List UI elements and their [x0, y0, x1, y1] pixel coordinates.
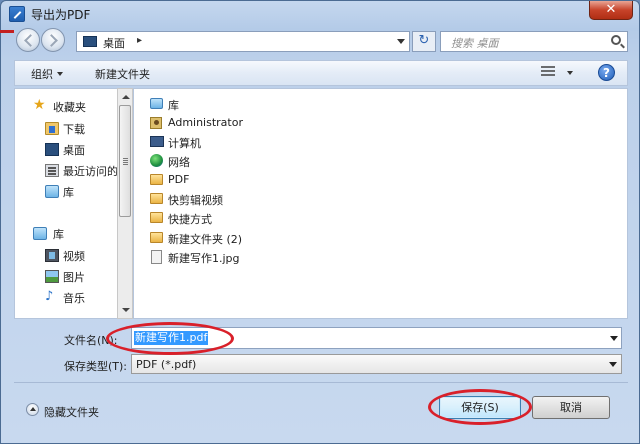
user-icon — [150, 117, 162, 129]
address-bar[interactable]: 桌面 ▸ — [76, 31, 410, 52]
pdf-export-icon — [9, 6, 25, 22]
filename-dropdown-icon[interactable] — [610, 336, 618, 341]
address-dropdown-icon[interactable] — [397, 39, 405, 44]
filename-value[interactable]: 新建写作1.pdf — [134, 331, 209, 345]
filetype-select[interactable]: PDF (*.pdf) — [131, 354, 622, 374]
navigation-pane: ★ 收藏夹 下载 桌面 最近访问的 库 库 视频 图片 ♪ 音乐 — [14, 88, 131, 319]
folder-icon — [150, 193, 163, 204]
forward-button[interactable] — [41, 28, 65, 52]
grip-icon — [123, 158, 128, 159]
filetype-label: 保存类型(T): — [64, 360, 128, 373]
filename-label: 文件名(N): — [64, 334, 118, 347]
title-bar: 导出为PDF ✕ — [1, 1, 639, 27]
library-icon — [33, 227, 47, 240]
view-options-icon[interactable] — [541, 66, 555, 78]
nav-item-label: 库 — [63, 186, 74, 199]
desktop-icon — [83, 36, 97, 47]
file-name: 新建写作1.jpg — [168, 252, 240, 265]
nav-item-desktop[interactable]: 桌面 — [15, 140, 130, 158]
file-name: 库 — [168, 99, 179, 112]
file-name: PDF — [168, 173, 190, 186]
video-icon — [45, 249, 59, 262]
window-title: 导出为PDF — [31, 8, 91, 22]
folder-icon — [150, 232, 163, 243]
organize-button[interactable]: 组织 — [31, 66, 63, 82]
nav-scrollbar[interactable] — [117, 88, 133, 319]
nav-item-label: 视频 — [63, 250, 85, 263]
address-location[interactable]: 桌面 — [103, 35, 125, 51]
view-dropdown-icon[interactable] — [567, 71, 573, 75]
search-input[interactable]: 搜索 桌面 — [440, 31, 628, 52]
background-mark — [0, 30, 14, 33]
music-icon: ♪ — [45, 289, 54, 304]
file-name: 计算机 — [168, 137, 201, 150]
downloads-icon — [45, 122, 59, 135]
file-name: 网络 — [168, 156, 190, 169]
nav-libraries[interactable]: 库 — [15, 224, 130, 242]
image-file-icon — [151, 250, 162, 264]
recent-places-icon — [45, 164, 59, 177]
filetype-value: PDF (*.pdf) — [136, 358, 197, 371]
cancel-button[interactable]: 取消 — [532, 396, 610, 419]
organize-label: 组织 — [31, 68, 53, 81]
close-button[interactable]: ✕ — [589, 1, 633, 20]
picture-icon — [45, 270, 59, 283]
star-icon: ★ — [33, 97, 46, 113]
filename-field[interactable]: 新建写作1.pdf — [131, 327, 622, 349]
refresh-button[interactable]: ↻ — [412, 31, 436, 52]
nav-item-label: 音乐 — [63, 292, 85, 305]
new-folder-button[interactable]: 新建文件夹 — [95, 66, 150, 82]
folder-icon — [150, 174, 163, 185]
search-icon[interactable] — [611, 35, 621, 45]
computer-icon — [150, 136, 164, 147]
hide-folders-label: 隐藏文件夹 — [44, 406, 99, 419]
nav-item-label: 下载 — [63, 123, 85, 136]
file-name: 新建文件夹 (2) — [168, 233, 243, 246]
scroll-down-icon[interactable] — [122, 308, 130, 312]
file-name: 快捷方式 — [168, 213, 212, 226]
library-icon — [45, 185, 59, 198]
desktop-icon — [45, 143, 59, 156]
scroll-thumb[interactable] — [119, 105, 131, 217]
nav-item-recent[interactable]: 最近访问的 — [15, 161, 130, 179]
search-placeholder: 搜索 桌面 — [451, 37, 499, 50]
file-name: Administrator — [168, 116, 243, 129]
toolbar: 组织 新建文件夹 ? — [14, 60, 628, 86]
filetype-dropdown-icon[interactable] — [609, 362, 617, 367]
nav-item-label: 图片 — [63, 271, 85, 284]
nav-libraries-label: 库 — [53, 228, 64, 241]
chevron-down-icon — [57, 72, 63, 76]
divider — [14, 382, 628, 383]
chevron-right-icon[interactable]: ▸ — [137, 35, 142, 46]
folder-icon — [150, 212, 163, 223]
nav-item-label: 最近访问的 — [63, 165, 118, 178]
nav-item-label: 桌面 — [63, 144, 85, 157]
file-name: 快剪辑视频 — [168, 194, 223, 207]
file-list: 库 Administrator 计算机 网络 PDF 快剪辑视频 快捷方式 新建… — [133, 88, 628, 319]
chevron-up-icon — [26, 403, 39, 416]
nav-item-library[interactable]: 库 — [15, 182, 130, 200]
help-button[interactable]: ? — [598, 64, 615, 81]
nav-favorites-label: 收藏夹 — [53, 101, 86, 114]
library-icon — [150, 98, 163, 109]
save-button[interactable]: 保存(S) — [439, 396, 521, 419]
back-button[interactable] — [16, 28, 40, 52]
scroll-up-icon[interactable] — [122, 95, 130, 99]
nav-item-music[interactable]: ♪ 音乐 — [15, 288, 130, 306]
nav-item-videos[interactable]: 视频 — [15, 246, 130, 264]
network-icon — [150, 154, 163, 167]
nav-favorites[interactable]: ★ 收藏夹 — [15, 97, 130, 115]
nav-item-pictures[interactable]: 图片 — [15, 267, 130, 285]
nav-item-downloads[interactable]: 下载 — [15, 119, 130, 137]
